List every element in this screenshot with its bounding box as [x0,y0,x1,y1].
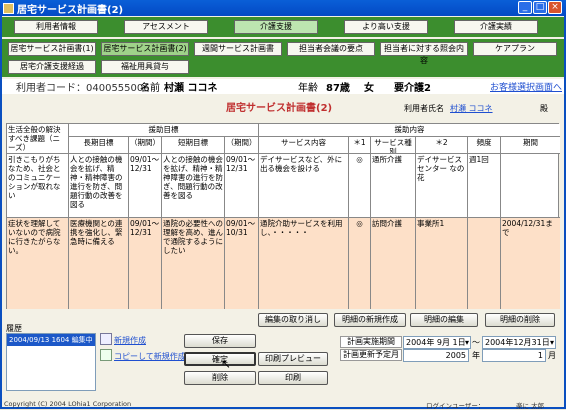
sex-value: 女 [364,83,374,94]
row1-mark1[interactable]: ◎ [349,154,371,218]
edit-detail-button[interactable]: 明細の編集 [410,313,478,327]
header-long-goal: 長期目標 [69,137,129,154]
row2-frequency[interactable] [468,218,501,309]
update-month-input[interactable]: 1 [482,349,546,362]
sheet-title: 居宅サービス計画書(2) [226,103,333,114]
tab-inquiry[interactable]: 担当者に対する照会内容 [380,42,468,65]
header-short-period: （期間） [225,137,259,154]
cancel-edit-button[interactable]: 編集の取り消し [258,313,328,327]
month-unit: 月 [548,351,556,360]
new-detail-button[interactable]: 明細の新規作成 [334,313,406,327]
sheet-honorific: 殿 [540,104,548,113]
period-from-value: 2004年 9月 1日 [406,338,466,347]
user-code: 利用者コード：0400555006 [16,83,150,94]
dropdown-arrow-icon: ▾ [464,338,469,347]
delete-button[interactable]: 削除 [184,371,256,385]
row1-service-type[interactable]: 通所介護 [371,154,416,218]
status-bar: Copyright (C) 2004 LOhia1 Corporation ログ… [2,399,564,410]
tab-welfare-equipment[interactable]: 福祉用具貸与 [101,60,189,74]
tab-plan-2[interactable]: 居宅サービス計画書(2) [101,42,189,56]
row1-needs[interactable]: 引きこもりがちなため、社会とのコミュニケーションが取れない [7,154,69,218]
row1-short-goal[interactable]: 人との接触の機会を拡げ、精神・精神障害の進行を防ぎ、問題行動の改善を図る [162,154,225,218]
copyright-text: Copyright (C) 2004 LOhia1 Corporation [4,400,132,408]
header-term: 期間 [501,137,560,154]
row2-needs[interactable]: 症状を理解していないので病院に行きたがらない。 [7,218,69,309]
row2-service[interactable]: 通院介助サービスを利用し、・・・・・ [259,218,349,309]
period-from-select[interactable]: 2004年 9月 1日 ▾ [403,336,471,349]
row2-short-goal[interactable]: 通院の必要性への理解を高め、進んで通院するようにしたい [162,218,225,309]
row2-long-goal[interactable]: 医療機関との連携を強化し、緊急時に備える [69,218,129,309]
history-item[interactable]: 2004/09/13 1604 編集中 [7,334,95,346]
new-create-link[interactable]: 新規作成 [114,335,146,346]
customer-select-link[interactable]: お客様選択画面へ [490,80,562,93]
app-icon [3,2,14,14]
header-service-type: サービス種別 [371,137,416,154]
header-frequency: 頻度 [468,137,501,154]
new-doc-icon [100,333,112,345]
tab-higher-support[interactable]: より高い支援 [344,20,428,34]
row1-short-period[interactable]: 09/01～12/31 [225,154,259,218]
header-short-goal: 短期目標 [162,137,225,154]
tab-weekly-plan[interactable]: 週間サービス計画書 [194,42,282,56]
update-year-input[interactable]: 2005 [403,349,469,362]
year-unit: 年 [472,351,480,360]
sheet-user-name: 村瀬 ココネ [450,104,493,113]
tab-care-support[interactable]: 介護支援 [234,20,318,34]
print-button[interactable]: 印刷 [258,371,328,385]
sheet-user-label: 利用者氏名 [404,104,444,113]
row2-mark1[interactable]: ◎ [349,218,371,309]
header-service: サービス内容 [259,137,349,154]
maximize-button[interactable]: □ [533,1,547,14]
tab-assessment[interactable]: アセスメント [124,20,208,34]
period-to-select[interactable]: 2004年12月31日 ▾ [482,336,556,349]
dropdown-arrow-icon: ▾ [549,338,554,347]
care-level: 要介護2 [394,83,431,94]
row2-service-type[interactable]: 訪問介護 [371,218,416,309]
copy-create-link[interactable]: コピーして新規作成 [114,351,186,362]
history-list[interactable]: 2004/09/13 1604 編集中 [6,333,96,391]
tab-care-record[interactable]: 介護実績 [454,20,538,34]
delete-detail-button[interactable]: 明細の削除 [485,313,555,327]
mouse-cursor-icon: ↖ [221,357,232,371]
age-value: 87歳 [326,83,350,94]
save-button[interactable]: 保存 [184,334,256,348]
row2-short-period[interactable]: 09/01～10/31 [225,218,259,309]
row1-long-period[interactable]: 09/01～12/31 [129,154,162,218]
plan-table: 生活全般の解決すべき課題（ニーズ） 援助目標 長期目標 （期間） 短期目標 （期… [6,123,560,309]
update-label: 計画更新予定月 [340,349,402,361]
row2-provider[interactable]: 事業所1 [416,218,468,309]
period-label: 計画実施期間 [340,336,402,348]
tab-plan-1[interactable]: 居宅サービス計画書(1) [8,42,96,56]
print-preview-button[interactable]: 印刷プレビュー [258,352,328,366]
header-needs: 生活全般の解決すべき課題（ニーズ） [7,124,69,154]
header-content: 援助内容 [259,124,560,137]
minimize-button[interactable]: _ [518,1,532,14]
header-long-period: （期間） [129,137,162,154]
user-name: 村瀬 ココネ [164,83,218,94]
header-mark2: ＊2 [416,137,468,154]
window-title: 居宅サービス計画書(2) [17,4,124,16]
header-mark1: ＊1 [349,137,371,154]
row2-long-period[interactable]: 09/01～12/31 [129,218,162,309]
tab-support-progress[interactable]: 居宅介護支援経過 [8,60,96,74]
row1-term[interactable] [501,154,560,218]
tab-user-info[interactable]: 利用者情報 [14,20,98,34]
header-goals: 援助目標 [69,124,259,137]
period-to-value: 2004年12月31日 [485,338,550,347]
copy-doc-icon [100,349,112,361]
period-tilde: ～ [472,338,480,347]
age-label: 年齢 [298,83,318,94]
title-bar: 居宅サービス計画書(2) [0,0,566,16]
tab-care-plan[interactable]: ケアプラン [473,42,557,56]
tab-meeting-points[interactable]: 担当者会議の要点 [287,42,375,56]
user-info-bar: 利用者コード：0400555006 名前 村瀬 ココネ 年齢 87歳 女 要介護… [2,79,564,94]
row1-service[interactable]: デイサービスなど、外に出る機会を設ける [259,154,349,218]
close-button[interactable]: × [548,1,562,14]
row1-provider[interactable]: デイサービスセンター なの花 [416,154,468,218]
row1-frequency[interactable]: 週1回 [468,154,501,218]
confirm-button[interactable]: 確定 [184,352,256,366]
row1-long-goal[interactable]: 人との接触の機会を拡げ、精神・精神障害の進行を防ぎ、問題行動の改善を図る [69,154,129,218]
row2-term[interactable]: 2004/12/31まで [501,218,560,309]
name-label: 名前 [140,83,160,94]
